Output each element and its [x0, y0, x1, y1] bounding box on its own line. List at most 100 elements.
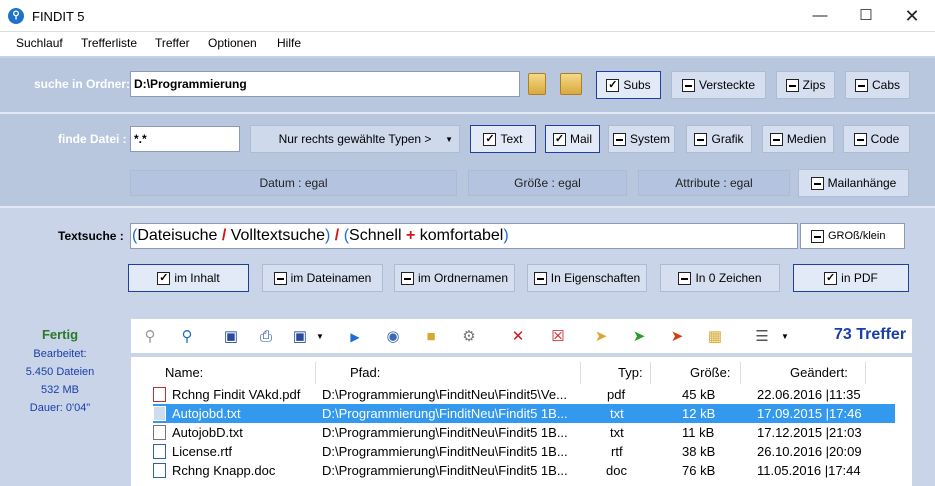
results-list[interactable]: Name: Pfad: Typ: Größe: Geändert: Rchng … — [131, 357, 912, 486]
types-dropdown[interactable]: Nur rechts gewählte Typen > ▼ — [250, 125, 460, 153]
grafik-type-toggle[interactable]: Grafik — [686, 125, 752, 153]
text-file-icon — [153, 425, 166, 440]
export-icon[interactable]: ➤ — [667, 327, 687, 347]
textsearch-label: Textsuche : — [58, 229, 124, 243]
textsearch-input[interactable]: (Dateisuche / Volltextsuche) / (Schnell … — [130, 223, 798, 249]
column-divider[interactable] — [580, 362, 581, 384]
minus-icon — [810, 176, 824, 190]
text-type-toggle[interactable]: ✓ Text — [470, 125, 536, 153]
table-row[interactable]: Rchng Findit VAkd.pdf D:\Programmierung\… — [153, 385, 895, 404]
file-pattern-input[interactable]: *.* — [130, 126, 240, 152]
column-path[interactable]: Pfad: — [350, 365, 380, 380]
minus-icon — [694, 132, 708, 146]
word-file-icon — [153, 444, 166, 459]
search-icon[interactable]: ⚲ — [140, 327, 160, 347]
code-type-toggle[interactable]: Code — [843, 125, 910, 153]
list-view-icon[interactable]: ☰ — [752, 327, 772, 347]
status-file-count: 5.450 Dateien — [25, 366, 95, 378]
check-icon: ✓ — [483, 132, 497, 146]
title-bar: ⚲ FINDIT 5 — ☐ ✕ — [0, 0, 935, 32]
scope-zeichen-toggle[interactable]: In 0 Zeichen — [660, 264, 780, 292]
dropdown-arrow-icon[interactable]: ▼ — [310, 327, 330, 347]
minus-icon — [273, 271, 287, 285]
print-icon[interactable]: ⎙ — [256, 327, 276, 347]
folder-label: suche in Ordner: — [34, 77, 131, 91]
date-filter[interactable]: Datum : egal — [130, 170, 457, 196]
folders-icon[interactable] — [560, 73, 582, 95]
scope-eigenschaften-toggle[interactable]: In Eigenschaften — [527, 264, 647, 292]
column-type[interactable]: Typ: — [618, 365, 643, 380]
table-row[interactable]: AutojobD.txt D:\Programmierung\FinditNeu… — [153, 423, 895, 442]
menu-hilfe[interactable]: Hilfe — [277, 36, 301, 50]
table-row[interactable]: License.rtf D:\Programmierung\FinditNeu\… — [153, 442, 895, 461]
folder-browse-icon[interactable] — [528, 73, 546, 95]
check-icon: ✓ — [606, 78, 620, 92]
hit-count: 73 Treffer — [834, 326, 907, 343]
minus-icon — [678, 271, 692, 285]
folder-input[interactable]: D:\Programmierung — [130, 71, 520, 97]
size-filter[interactable]: Größe : egal — [468, 170, 627, 196]
save-icon[interactable]: ▣ — [221, 327, 241, 347]
app-icon: ⚲ — [8, 8, 24, 24]
file-label: finde Datei : — [58, 132, 127, 146]
medien-type-toggle[interactable]: Medien — [762, 125, 834, 153]
menu-bar: Suchlauf Trefferliste Treffer Optionen H… — [0, 32, 935, 56]
column-divider[interactable] — [650, 362, 651, 384]
minus-icon — [769, 132, 783, 146]
menu-suchlauf[interactable]: Suchlauf — [16, 36, 63, 50]
pdf-icon — [153, 387, 166, 402]
search-start-icon[interactable]: ⚲ — [177, 327, 197, 347]
minimize-button[interactable]: — — [797, 0, 843, 32]
open-folder-icon[interactable]: ■ — [421, 327, 441, 347]
play-icon[interactable]: ▶ — [345, 327, 365, 347]
settings-gear-icon[interactable]: ⚙ — [459, 327, 479, 347]
status-state: Fertig — [41, 327, 79, 342]
dropdown-arrow-icon[interactable]: ▼ — [775, 327, 795, 347]
minus-icon — [400, 271, 414, 285]
menu-trefferliste[interactable]: Trefferliste — [81, 36, 137, 50]
case-toggle[interactable]: GROß/klein — [800, 223, 905, 249]
minus-icon — [811, 229, 824, 243]
maximize-button[interactable]: ☐ — [843, 0, 889, 32]
delete-file-icon[interactable]: ☒ — [548, 327, 568, 347]
minus-icon — [854, 78, 868, 92]
column-name[interactable]: Name: — [165, 365, 203, 380]
word-file-icon — [153, 463, 166, 478]
minus-icon — [853, 132, 867, 146]
table-row[interactable]: Rchng Knapp.doc D:\Programmierung\Findit… — [153, 461, 895, 480]
table-row[interactable]: Autojobd.txt D:\Programmierung\FinditNeu… — [153, 404, 895, 423]
status-size: 532 MB — [41, 384, 79, 396]
save-as-icon[interactable]: ▣ — [290, 327, 310, 347]
window-title: FINDIT 5 — [32, 9, 85, 24]
versteckte-toggle[interactable]: Versteckte — [671, 71, 766, 99]
check-icon: ✓ — [552, 132, 566, 146]
status-bearbeitet-label: Bearbeitet: — [33, 348, 87, 360]
menu-treffer[interactable]: Treffer — [155, 36, 190, 50]
menu-optionen[interactable]: Optionen — [208, 36, 257, 50]
delete-x-icon[interactable]: ✕ — [508, 327, 528, 347]
subs-toggle[interactable]: ✓ Subs — [596, 71, 661, 99]
status-duration: Dauer: 0'04" — [29, 402, 91, 414]
column-divider[interactable] — [740, 362, 741, 384]
scope-dateinamen-toggle[interactable]: im Dateinamen — [262, 264, 383, 292]
scope-inhalt-toggle[interactable]: ✓ im Inhalt — [128, 264, 249, 292]
dropdown-arrow-icon: ▼ — [445, 134, 453, 144]
column-modified[interactable]: Geändert: — [790, 365, 848, 380]
cabs-toggle[interactable]: Cabs — [845, 71, 910, 99]
close-button[interactable]: ✕ — [889, 0, 935, 32]
mail-type-toggle[interactable]: ✓ Mail — [545, 125, 600, 153]
archive-icon[interactable]: ▦ — [705, 327, 725, 347]
system-type-toggle[interactable]: System — [608, 125, 675, 153]
scope-pdf-toggle[interactable]: ✓ in PDF — [793, 264, 909, 292]
preview-eye-icon[interactable]: ◉ — [383, 327, 403, 347]
column-divider[interactable] — [865, 362, 866, 384]
text-file-icon — [153, 406, 166, 421]
column-divider[interactable] — [315, 362, 316, 384]
mailanhaenge-toggle[interactable]: Mailanhänge — [798, 169, 909, 197]
zips-toggle[interactable]: Zips — [776, 71, 835, 99]
copy-to-folder-icon[interactable]: ➤ — [591, 327, 611, 347]
attribute-filter[interactable]: Attribute : egal — [638, 170, 790, 196]
move-file-icon[interactable]: ➤ — [629, 327, 649, 347]
column-size[interactable]: Größe: — [690, 365, 730, 380]
scope-ordnernamen-toggle[interactable]: im Ordnernamen — [394, 264, 515, 292]
